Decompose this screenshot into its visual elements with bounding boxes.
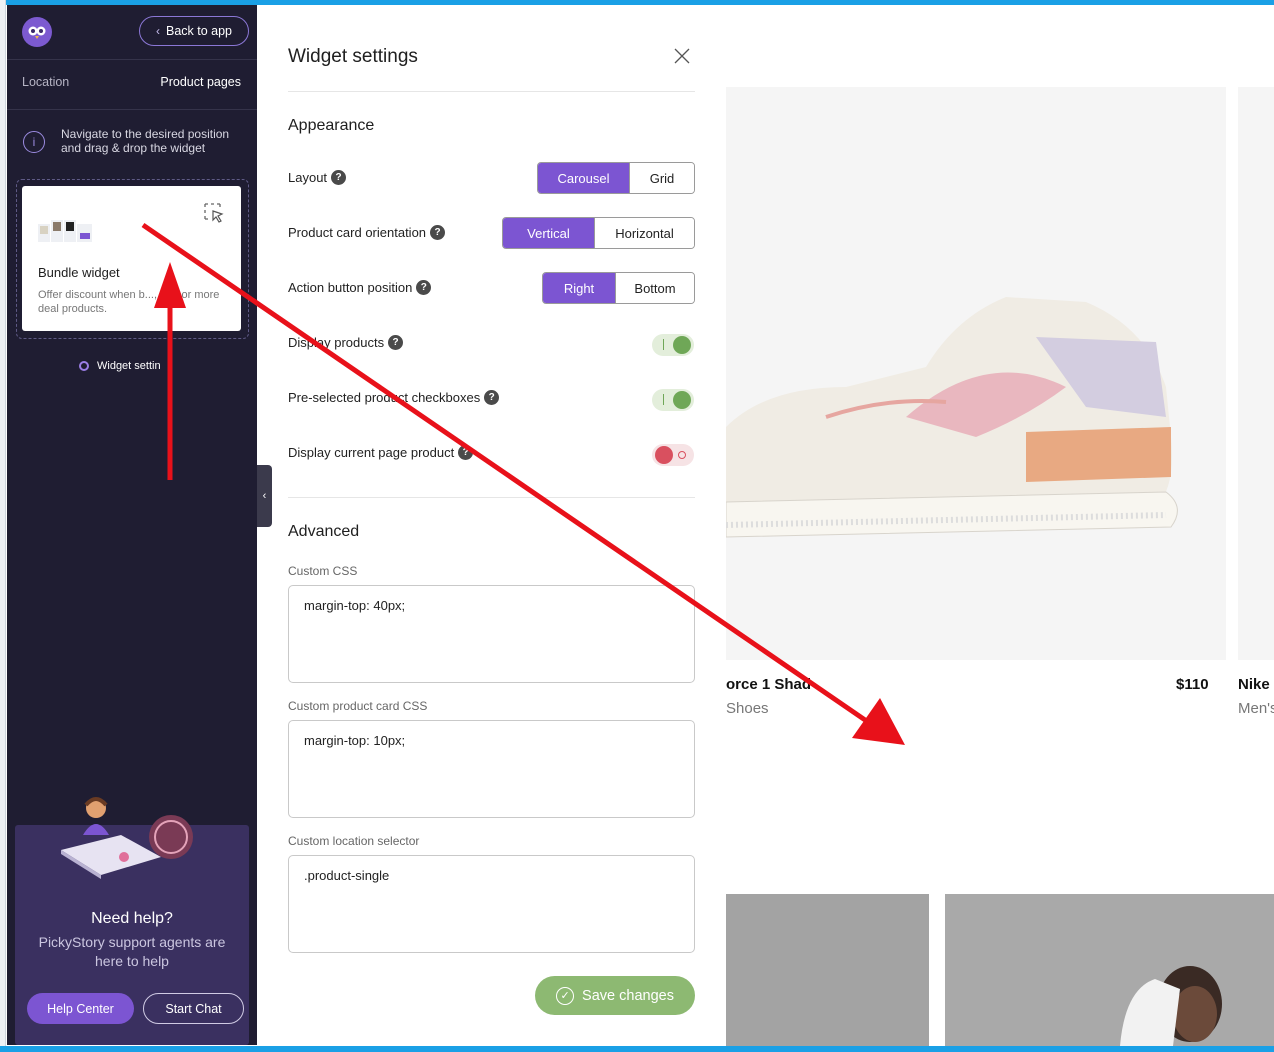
display-products-label-text: Display products — [288, 335, 385, 350]
custom-selector-input[interactable]: .product-single — [288, 855, 695, 953]
divider — [7, 59, 257, 60]
preselected-label: Pre-selected product checkboxes? — [288, 390, 500, 405]
info-icon: i — [23, 131, 45, 153]
help-title: Need help? — [91, 910, 173, 927]
layout-grid-option[interactable]: Grid — [629, 163, 694, 193]
drag-select-icon[interactable] — [203, 202, 225, 224]
current-page-product-toggle[interactable] — [652, 444, 694, 466]
product-1-category: Shoes — [726, 700, 769, 717]
save-changes-label: Save changes — [582, 987, 674, 1004]
widget-settings-link[interactable]: Widget settin — [79, 360, 161, 372]
product-image-sneaker[interactable] — [726, 87, 1226, 660]
widget-card-title: Bundle widget — [38, 265, 120, 280]
custom-card-css-label: Custom product card CSS — [288, 699, 428, 713]
help-box: Need help? PickyStory support agents are… — [15, 797, 249, 1045]
product-1-price: $110 — [1176, 676, 1209, 693]
layout-label: Layout? — [288, 170, 347, 185]
owl-logo-icon[interactable] — [22, 17, 52, 47]
question-icon[interactable]: ? — [458, 445, 474, 460]
custom-selector-label: Custom location selector — [288, 834, 420, 848]
appearance-title: Appearance — [288, 117, 375, 134]
close-icon[interactable] — [673, 47, 691, 65]
layout-label-text: Layout — [288, 170, 328, 185]
current-page-label: Display current page product? — [288, 445, 474, 460]
advanced-title: Advanced — [288, 523, 360, 540]
widget-card-description: Offer discount when b..., one or more de… — [38, 289, 220, 315]
help-center-button[interactable]: Help Center — [27, 993, 134, 1024]
question-icon[interactable]: ? — [416, 280, 432, 295]
back-to-app-button[interactable]: ‹ Back to app — [139, 16, 249, 46]
layout-carousel-option[interactable]: Carousel — [538, 163, 629, 193]
display-products-toggle[interactable] — [652, 334, 694, 356]
display-products-label: Display products? — [288, 335, 404, 350]
divider — [288, 91, 695, 92]
support-agent-illustration — [61, 797, 193, 879]
widget-settings-panel: Widget settings Appearance Layout? Carou… — [257, 5, 726, 1045]
question-icon[interactable]: ? — [388, 335, 404, 350]
question-icon[interactable]: ? — [430, 225, 446, 240]
gear-icon — [79, 361, 89, 371]
action-position-toggle-group: Right Bottom — [542, 272, 695, 304]
product-tile-image[interactable] — [726, 894, 929, 1046]
window-bottom-edge — [0, 1046, 1274, 1052]
orientation-label: Product card orientation? — [288, 225, 446, 240]
action-position-label-text: Action button position — [288, 280, 413, 295]
location-label: Location — [22, 75, 70, 89]
product-image-2[interactable] — [1238, 87, 1274, 660]
question-icon[interactable]: ? — [484, 390, 500, 405]
orientation-toggle-group: Vertical Horizontal — [502, 217, 695, 249]
current-page-label-text: Display current page product — [288, 445, 455, 460]
product-2-name[interactable]: Nike — [1238, 676, 1274, 693]
orientation-vertical-option[interactable]: Vertical — [503, 218, 594, 248]
action-position-label: Action button position? — [288, 280, 432, 295]
divider — [7, 109, 257, 110]
save-changes-button[interactable]: ✓ Save changes — [535, 976, 695, 1015]
product-2-category: Men's — [1238, 700, 1274, 717]
start-chat-button[interactable]: Start Chat — [143, 993, 244, 1024]
location-value[interactable]: Product pages — [160, 75, 241, 89]
product-tile-image-model[interactable] — [945, 894, 1274, 1046]
chevron-left-icon: ‹ — [155, 24, 160, 38]
preselected-checkboxes-toggle[interactable] — [652, 389, 694, 411]
window-left-edge — [0, 0, 6, 1052]
custom-css-input[interactable]: margin-top: 40px; — [288, 585, 695, 683]
help-text: PickyStory support agents are here to he… — [38, 934, 226, 969]
bundle-thumbnail — [38, 220, 92, 242]
check-circle-icon: ✓ — [556, 986, 575, 1005]
action-bottom-option[interactable]: Bottom — [615, 273, 694, 303]
bundle-widget-card[interactable]: Bundle widget Offer discount when b..., … — [22, 186, 241, 331]
layout-toggle-group: Carousel Grid — [537, 162, 695, 194]
action-right-option[interactable]: Right — [543, 273, 615, 303]
collapse-sidebar-tab[interactable]: ‹ — [257, 465, 272, 527]
orientation-label-text: Product card orientation — [288, 225, 427, 240]
panel-title: Widget settings — [288, 46, 418, 67]
navigation-hint: Navigate to the desired position and dra… — [61, 127, 230, 155]
divider — [288, 497, 695, 498]
custom-card-css-input[interactable]: margin-top: 10px; — [288, 720, 695, 818]
back-to-app-label: Back to app — [165, 24, 232, 38]
preselected-label-text: Pre-selected product checkboxes — [288, 390, 481, 405]
question-icon[interactable]: ? — [331, 170, 347, 185]
editor-sidebar: ‹ Back to app Location Product pages i N… — [7, 5, 257, 1045]
product-1-name[interactable]: orce 1 Shad — [726, 676, 846, 693]
orientation-horizontal-option[interactable]: Horizontal — [594, 218, 694, 248]
widget-settings-label: Widget settin — [97, 360, 161, 372]
custom-css-label: Custom CSS — [288, 564, 358, 578]
